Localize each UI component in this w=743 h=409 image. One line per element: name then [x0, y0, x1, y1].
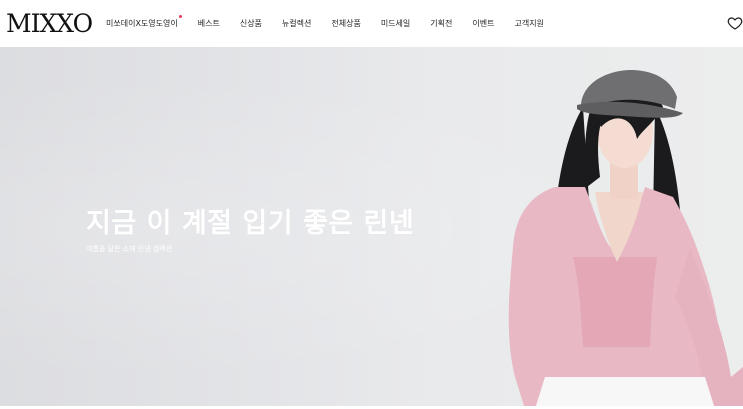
- hero-title: 지금 이 계절 입기 좋은 린넨: [86, 208, 415, 239]
- nav-item-label: 미쏘데이X도영도영이: [106, 19, 178, 28]
- nav-item-best[interactable]: 베스트: [198, 18, 220, 29]
- hero-banner[interactable]: 지금 이 계절 입기 좋은 린넨 여름을 닮은 소재 린넨 컬렉션: [0, 47, 743, 409]
- nav-item-support[interactable]: 고객지원: [514, 18, 543, 29]
- nav-item-all-products[interactable]: 전체상품: [331, 18, 360, 29]
- nav-item-mixxo-day[interactable]: 미쏘데이X도영도영이: [106, 15, 182, 29]
- hero-subtitle: 여름을 닮은 소재 린넨 컬렉션: [86, 245, 173, 253]
- brand-logo[interactable]: MIXXO: [6, 10, 93, 38]
- nav-item-special[interactable]: 기획전: [430, 18, 452, 29]
- heart-icon[interactable]: [727, 15, 743, 31]
- nav-item-mid-sale[interactable]: 미드세일: [381, 18, 410, 29]
- new-badge-dot: [178, 15, 182, 18]
- site-header: MIXXO 미쏘데이X도영도영이 베스트 신상품 뉴컬렉션 전체상품 미드세일 …: [0, 0, 743, 47]
- nav-item-new[interactable]: 신상품: [240, 18, 262, 29]
- main-nav: 미쏘데이X도영도영이 베스트 신상품 뉴컬렉션 전체상품 미드세일 기획전 이벤…: [106, 0, 564, 47]
- nav-item-new-collection[interactable]: 뉴컬렉션: [282, 18, 311, 29]
- nav-item-event[interactable]: 이벤트: [472, 18, 494, 29]
- model-photo: [508, 70, 743, 409]
